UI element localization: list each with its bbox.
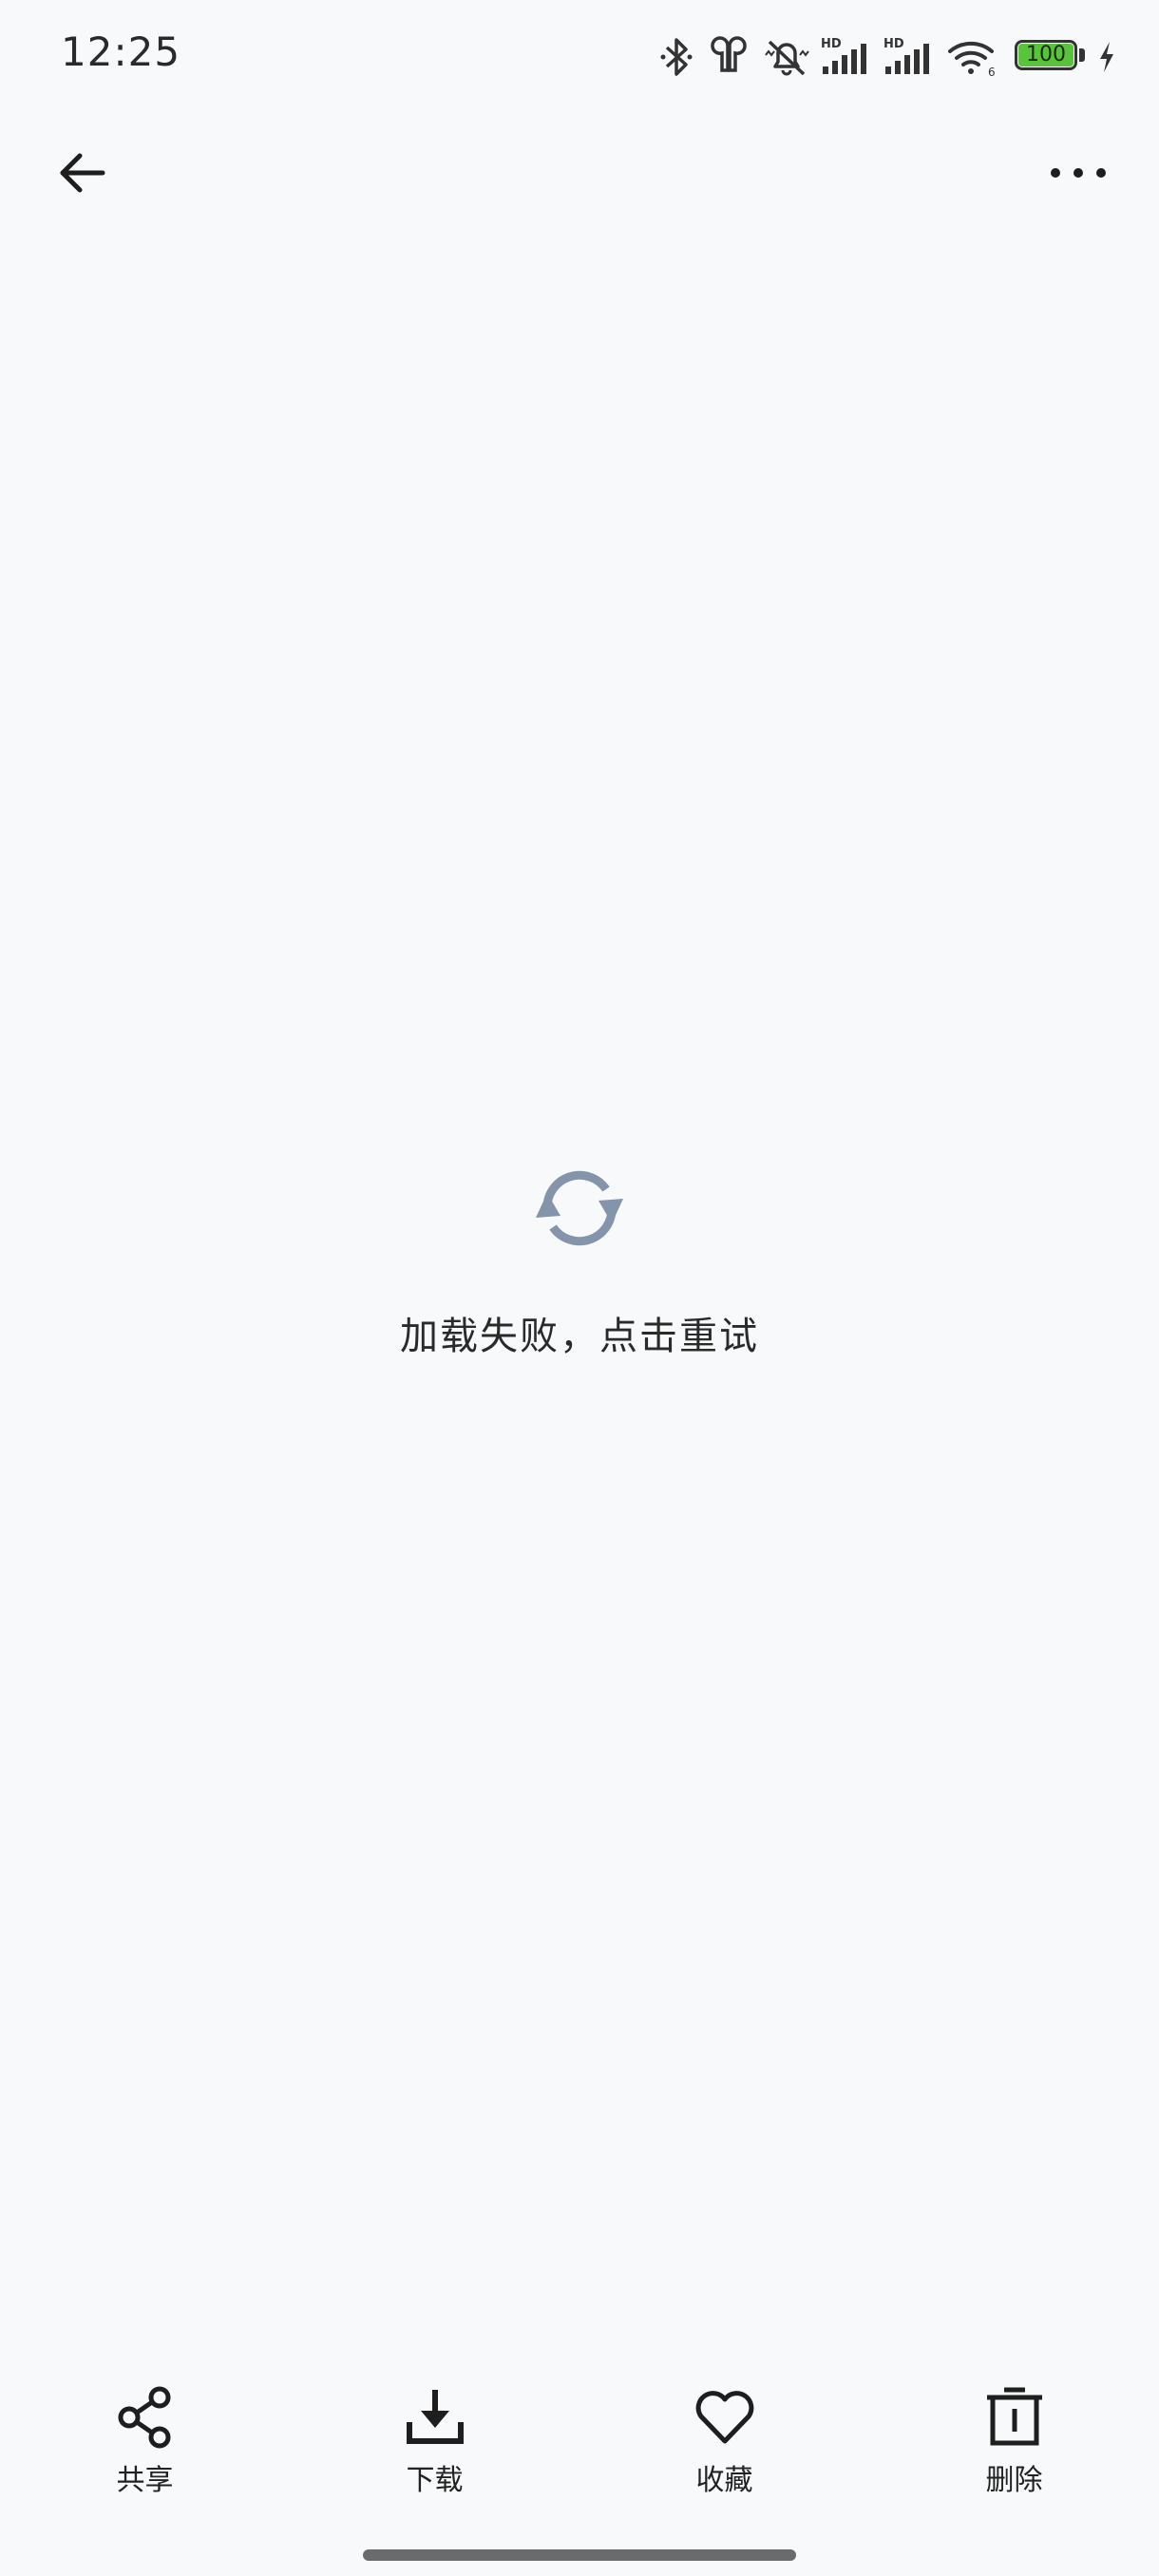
error-message: 加载失败，点击重试 <box>400 1315 759 1358</box>
download-label: 下载 <box>406 2464 464 2497</box>
bluetooth-icon <box>660 38 693 76</box>
hd-signal-icon: HD <box>884 37 929 74</box>
download-button[interactable]: 下载 <box>290 2384 580 2508</box>
favorite-button[interactable]: 收藏 <box>580 2384 869 2508</box>
arrow-left-icon <box>60 153 105 193</box>
battery-level: 100 <box>1026 43 1066 66</box>
status-bar: 12:25 HD HD 6 100 <box>0 0 1159 114</box>
favorite-label: 收藏 <box>695 2464 753 2497</box>
delete-button[interactable]: 删除 <box>869 2384 1159 2508</box>
download-icon <box>406 2390 464 2444</box>
gesture-bar[interactable] <box>363 2549 796 2561</box>
share-button[interactable]: 共享 <box>0 2384 290 2508</box>
battery-icon: 100 <box>1015 40 1087 74</box>
share-label: 共享 <box>116 2464 174 2497</box>
status-time: 12:25 <box>61 28 181 75</box>
refresh-icon <box>536 1170 623 1246</box>
back-button[interactable] <box>48 139 116 207</box>
mute-icon <box>765 40 809 76</box>
status-icons: HD HD 6 100 <box>657 30 1117 84</box>
delete-label: 删除 <box>985 2464 1043 2497</box>
more-horizontal-icon <box>1051 168 1106 178</box>
share-icon <box>118 2386 170 2449</box>
heart-icon <box>695 2391 753 2444</box>
svg-text:HD: HD <box>821 37 842 51</box>
wifi-icon: 6 <box>948 41 996 78</box>
more-options-button[interactable] <box>1036 139 1121 207</box>
svg-text:6: 6 <box>988 66 996 78</box>
retry-area[interactable]: 加载失败，点击重试 <box>0 1159 1159 1360</box>
bottom-toolbar: 共享 下载 收藏 删除 <box>0 2384 1159 2508</box>
earbuds-icon <box>711 36 747 72</box>
svg-text:HD: HD <box>884 37 904 51</box>
hd-signal-icon: HD <box>821 37 866 74</box>
charging-icon <box>1100 42 1113 72</box>
trash-icon <box>986 2387 1042 2446</box>
